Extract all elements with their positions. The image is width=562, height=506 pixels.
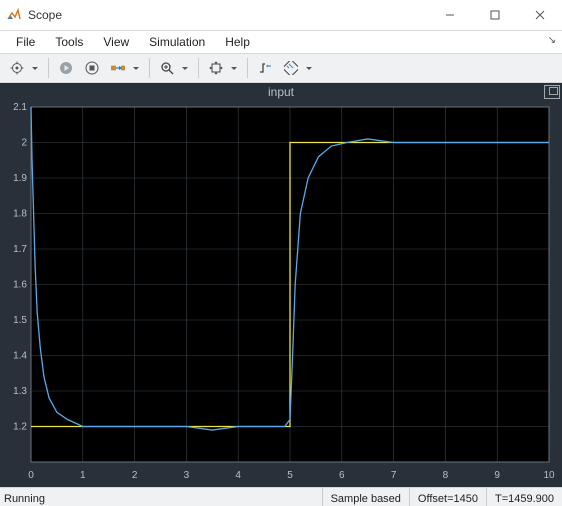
plot[interactable]: 0 1 2 3 4 5 6 7 8 9 10 1.2 1.3 1.4 1.5 1.6 1.7 1.8 1.9 2 2.1 — [3, 101, 559, 484]
status-time: T=1459.900 — [486, 488, 562, 506]
svg-text:10: 10 — [543, 470, 555, 481]
separator — [149, 58, 150, 78]
separator — [48, 58, 49, 78]
dock-grip-icon[interactable]: ↘ — [548, 35, 556, 46]
plot-title: input — [0, 85, 562, 99]
svg-text:0: 0 — [28, 470, 34, 481]
menu-tools[interactable]: Tools — [45, 33, 93, 51]
svg-text:1: 1 — [80, 470, 86, 481]
scale-icon — [209, 61, 223, 75]
window-title: Scope — [28, 8, 427, 22]
svg-text:4: 4 — [235, 470, 241, 481]
play-icon — [59, 61, 73, 75]
status-state: Running — [0, 493, 322, 505]
svg-text:9: 9 — [494, 470, 500, 481]
minimize-button[interactable] — [427, 0, 472, 30]
svg-text:1.2: 1.2 — [13, 422, 27, 433]
measure-button[interactable] — [280, 57, 316, 79]
config-button[interactable] — [6, 57, 42, 79]
separator — [198, 58, 199, 78]
matlab-icon — [6, 7, 22, 23]
ruler-icon — [284, 61, 298, 75]
titlebar: Scope — [0, 0, 562, 31]
toolbar — [0, 53, 562, 83]
menu-help[interactable]: Help — [215, 33, 260, 51]
svg-text:8: 8 — [443, 470, 449, 481]
trigger-icon — [258, 61, 272, 75]
svg-text:1.9: 1.9 — [13, 173, 27, 184]
svg-text:1.5: 1.5 — [13, 315, 27, 326]
svg-text:1.3: 1.3 — [13, 386, 27, 397]
svg-text:2: 2 — [132, 470, 138, 481]
separator — [247, 58, 248, 78]
menubar: File Tools View Simulation Help ↘ — [0, 31, 562, 53]
status-sample-mode: Sample based — [322, 488, 409, 506]
svg-text:2: 2 — [21, 138, 27, 149]
svg-text:2.1: 2.1 — [13, 102, 27, 113]
triggers-button[interactable] — [254, 57, 276, 79]
maximize-button[interactable] — [472, 0, 517, 30]
svg-text:7: 7 — [391, 470, 397, 481]
step-icon — [111, 61, 125, 75]
statusbar: Running Sample based Offset=1450 T=1459.… — [0, 487, 562, 506]
menu-view[interactable]: View — [93, 33, 139, 51]
svg-text:1.6: 1.6 — [13, 280, 27, 291]
stop-icon — [85, 61, 99, 75]
zoom-button[interactable] — [156, 57, 192, 79]
svg-text:1.4: 1.4 — [13, 351, 27, 362]
svg-text:3: 3 — [184, 470, 190, 481]
view-restore-button[interactable] — [544, 85, 560, 99]
status-offset: Offset=1450 — [409, 488, 486, 506]
svg-text:1.8: 1.8 — [13, 209, 27, 220]
menu-file[interactable]: File — [6, 33, 45, 51]
gear-icon — [10, 61, 24, 75]
step-button[interactable] — [107, 57, 143, 79]
run-button[interactable] — [55, 57, 77, 79]
svg-text:5: 5 — [287, 470, 293, 481]
stop-button[interactable] — [81, 57, 103, 79]
zoom-icon — [160, 61, 174, 75]
scale-button[interactable] — [205, 57, 241, 79]
scope-area: input 0 1 2 3 4 5 6 7 8 9 10 1.2 1.3 1.4 1.5 1.6 1.7 1.8 1… — [0, 83, 562, 487]
svg-text:1.7: 1.7 — [13, 244, 27, 255]
menu-simulation[interactable]: Simulation — [139, 33, 215, 51]
svg-text:6: 6 — [339, 470, 345, 481]
close-button[interactable] — [517, 0, 562, 30]
